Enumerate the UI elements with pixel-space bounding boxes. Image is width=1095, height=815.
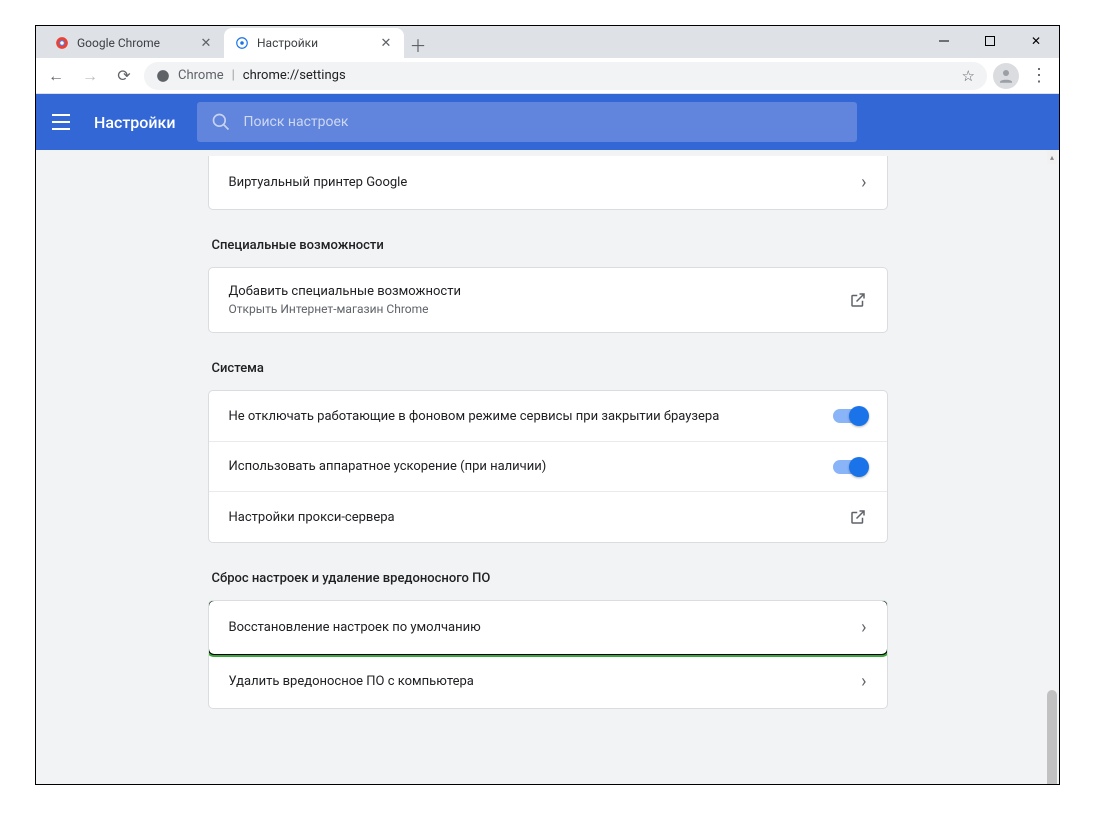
minimize-button[interactable]	[921, 26, 967, 56]
site-info-icon[interactable]	[156, 69, 170, 83]
url-separator: |	[232, 68, 235, 83]
forward-button[interactable]: →	[76, 62, 104, 90]
row-label: Добавить специальные возможности	[229, 284, 849, 299]
tab-label: Настройки	[257, 36, 371, 50]
reload-button[interactable]: ⟳	[110, 62, 138, 90]
url-host: Chrome	[178, 68, 224, 83]
window-controls: ✕	[921, 26, 1059, 56]
close-tab-icon[interactable]: ✕	[378, 35, 394, 51]
section-title-system: Система	[212, 361, 888, 376]
external-link-icon	[849, 291, 867, 309]
settings-favicon	[234, 35, 250, 51]
row-label: Восстановление настроек по умолчанию	[229, 620, 862, 635]
scrollbar-up-button[interactable]: ▴	[1047, 150, 1057, 164]
page-title: Настройки	[94, 113, 175, 132]
row-cleanup-malware[interactable]: Удалить вредоносное ПО с компьютера ›	[209, 654, 887, 708]
row-label: Использовать аппаратное ускорение (при н…	[229, 459, 833, 474]
chrome-favicon	[54, 35, 70, 51]
row-label: Виртуальный принтер Google	[229, 175, 862, 190]
scrollbar-thumb[interactable]	[1047, 690, 1057, 784]
section-title-accessibility: Специальные возможности	[212, 238, 888, 253]
bookmark-icon[interactable]: ☆	[962, 67, 975, 85]
back-button[interactable]: ←	[42, 62, 70, 90]
section-title-reset: Сброс настроек и удаление вредоносного П…	[212, 571, 888, 586]
row-hardware-accel[interactable]: Использовать аппаратное ускорение (при н…	[209, 441, 887, 491]
tab-label: Google Chrome	[77, 36, 191, 50]
settings-header: Настройки Поиск настроек	[36, 94, 1059, 150]
toggle-background-apps[interactable]	[833, 409, 867, 423]
external-link-icon	[849, 508, 867, 526]
row-cloud-print[interactable]: Виртуальный принтер Google ›	[209, 156, 887, 209]
chevron-right-icon: ›	[861, 671, 866, 692]
window-titlebar: Google Chrome ✕ Настройки ✕ ＋ ✕	[36, 26, 1059, 58]
toolbar: ← → ⟳ Chrome | chrome://settings ☆ ⋮	[36, 58, 1059, 94]
settings-search[interactable]: Поиск настроек	[197, 102, 857, 142]
profile-avatar-button[interactable]	[993, 63, 1019, 89]
row-add-accessibility[interactable]: Добавить специальные возможности Открыть…	[209, 268, 887, 332]
chrome-menu-button[interactable]: ⋮	[1025, 62, 1053, 90]
row-label: Не отключать работающие в фоновом режиме…	[229, 409, 833, 424]
row-label: Настройки прокси-сервера	[229, 510, 849, 525]
search-icon	[211, 112, 231, 132]
row-sublabel: Открыть Интернет-магазин Chrome	[229, 302, 849, 316]
toggle-hardware-accel[interactable]	[833, 460, 867, 474]
row-proxy-settings[interactable]: Настройки прокси-сервера	[209, 491, 887, 542]
chevron-right-icon: ›	[861, 617, 866, 638]
row-background-apps[interactable]: Не отключать работающие в фоновом режиме…	[209, 391, 887, 441]
tab-settings[interactable]: Настройки ✕	[224, 28, 404, 58]
tab-google-chrome[interactable]: Google Chrome ✕	[44, 28, 224, 58]
settings-scroll-area[interactable]: Виртуальный принтер Google › Специальные…	[36, 150, 1059, 784]
maximize-button[interactable]	[967, 26, 1013, 56]
search-placeholder: Поиск настроек	[243, 114, 348, 130]
new-tab-button[interactable]: ＋	[404, 30, 432, 58]
close-tab-icon[interactable]: ✕	[198, 35, 214, 51]
url-path: chrome://settings	[243, 68, 346, 83]
address-bar[interactable]: Chrome | chrome://settings ☆	[144, 62, 987, 90]
chevron-right-icon: ›	[861, 172, 866, 193]
row-restore-defaults[interactable]: Восстановление настроек по умолчанию ›	[209, 601, 887, 654]
close-window-button[interactable]: ✕	[1013, 26, 1059, 56]
menu-icon[interactable]	[52, 112, 72, 132]
row-label: Удалить вредоносное ПО с компьютера	[229, 674, 862, 689]
